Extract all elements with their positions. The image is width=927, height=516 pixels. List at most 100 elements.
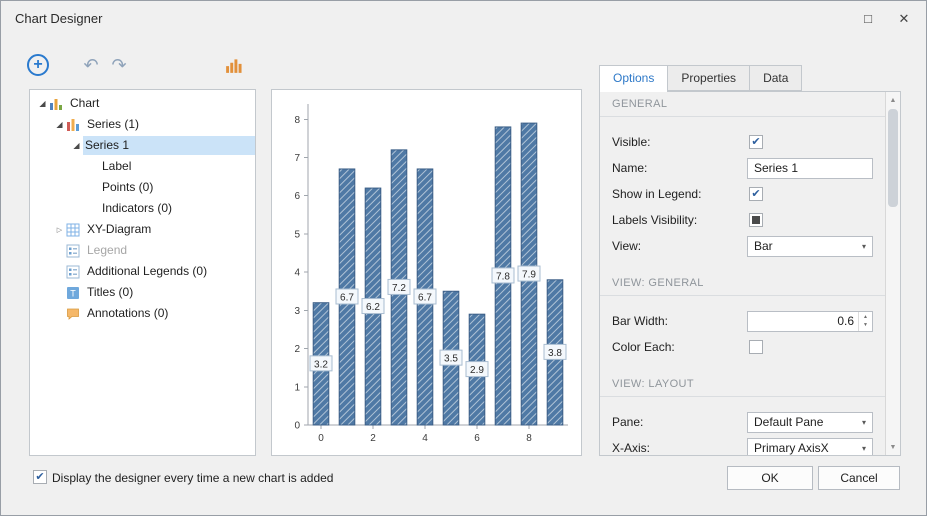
expander-expanded-icon[interactable]: ◢ — [70, 141, 83, 150]
property-control: Bar▾ — [747, 236, 873, 257]
text-input[interactable]: Series 1 — [747, 158, 873, 179]
checkbox[interactable]: ✔ — [749, 187, 763, 201]
chevron-down-icon: ▾ — [858, 242, 866, 251]
scroll-down-icon[interactable]: ▼ — [886, 440, 900, 454]
property-control — [747, 213, 873, 227]
title-bar: Chart Designer □ ✕ — [1, 1, 926, 37]
property-row: Pane:Default Pane▾ — [612, 409, 873, 435]
tree-item-indicators-0[interactable]: Indicators (0) — [30, 198, 255, 219]
bar-label: 6.7 — [414, 289, 436, 304]
tree-item-label: Chart — [68, 94, 105, 113]
svg-text:2.9: 2.9 — [470, 365, 484, 376]
section-header: GENERAL — [600, 96, 885, 117]
checkbox[interactable] — [749, 340, 763, 354]
dropdown-value: Default Pane — [754, 415, 858, 429]
property-row: Bar Width:0.6▲▼ — [612, 308, 873, 334]
section-header: VIEW: LAYOUT — [600, 376, 885, 397]
svg-text:5: 5 — [294, 229, 300, 240]
property-row: View:Bar▾ — [612, 233, 873, 259]
chart-designer-dialog: Chart Designer □ ✕ + ↶ ↷ ◢Chart◢Series (… — [0, 0, 927, 516]
legend-icon — [66, 265, 82, 279]
tree-item-label: Additional Legends (0) — [85, 262, 213, 281]
tree-item-chart[interactable]: ◢ Chart — [30, 93, 255, 114]
tree-item-label: Annotations (0) — [85, 304, 174, 323]
bar-label: 2.9 — [466, 362, 488, 377]
bar-chart-svg[interactable]: 012345678024683.26.76.27.26.73.52.97.87.… — [272, 90, 581, 455]
expander-expanded-icon[interactable]: ◢ — [36, 99, 49, 108]
tab-options[interactable]: Options — [599, 65, 668, 92]
chart-preview: 012345678024683.26.76.27.26.73.52.97.87.… — [271, 89, 582, 456]
tab-data[interactable]: Data — [749, 65, 802, 91]
cancel-button[interactable]: Cancel — [818, 466, 900, 490]
checkbox-indeterminate[interactable] — [749, 213, 763, 227]
tree-item-label: Label — [100, 157, 137, 176]
tree-item-label: XY-Diagram — [85, 220, 157, 239]
tree-item-xy-diagram[interactable]: ▷ XY-Diagram — [30, 219, 255, 240]
property-row: Name:Series 1 — [612, 155, 873, 181]
expander-collapsed-icon[interactable]: ▷ — [53, 226, 66, 234]
svg-text:7: 7 — [294, 153, 300, 164]
indeterminate-mark — [752, 216, 760, 224]
tree-item-legend[interactable]: Legend — [30, 240, 255, 261]
svg-text:2: 2 — [294, 344, 300, 355]
scrollbar-thumb[interactable] — [888, 109, 898, 207]
svg-text:1: 1 — [294, 382, 300, 393]
series-icon — [66, 118, 82, 132]
spinner[interactable]: 0.6▲▼ — [747, 311, 873, 332]
panel-tabs: Options Properties Data — [599, 65, 801, 92]
scroll-up-icon[interactable]: ▲ — [886, 93, 900, 107]
maximize-button[interactable]: □ — [850, 5, 886, 32]
svg-text:8: 8 — [526, 433, 532, 444]
close-button[interactable]: ✕ — [886, 5, 922, 32]
bar-label: 3.8 — [544, 344, 566, 359]
svg-text:6: 6 — [294, 191, 300, 202]
svg-text:0: 0 — [294, 421, 300, 432]
tree-item-additional-legends-0[interactable]: Additional Legends (0) — [30, 261, 255, 282]
annotation-icon — [66, 307, 82, 321]
property-label: Name: — [612, 161, 747, 175]
property-label: Pane: — [612, 415, 747, 429]
tree-item-series-1[interactable]: ◢ Series (1) — [30, 114, 255, 135]
expander-expanded-icon[interactable]: ◢ — [53, 120, 66, 129]
property-row: Color Each: — [612, 334, 873, 360]
redo-button[interactable]: ↷ — [107, 54, 131, 76]
property-control — [747, 340, 873, 354]
display-designer-checkbox[interactable]: ✔ — [33, 470, 47, 484]
property-label: Labels Visibility: — [612, 213, 747, 227]
property-row: Labels Visibility: — [612, 207, 873, 233]
chart-type-button[interactable] — [223, 53, 245, 77]
tree-item-label: Series (1) — [85, 115, 145, 134]
dropdown[interactable]: Primary AxisX▾ — [747, 438, 873, 456]
property-control: 0.6▲▼ — [747, 311, 873, 332]
property-control: Series 1 — [747, 158, 873, 179]
chart-icon — [49, 97, 65, 111]
property-label: View: — [612, 239, 747, 253]
dropdown[interactable]: Default Pane▾ — [747, 412, 873, 433]
dropdown[interactable]: Bar▾ — [747, 236, 873, 257]
bar-label: 7.9 — [518, 266, 540, 281]
bar-label: 6.7 — [336, 289, 358, 304]
spin-up-icon[interactable]: ▲ — [863, 314, 868, 320]
redo-arrow-icon: ↷ — [111, 55, 126, 76]
dropdown-value: Bar — [754, 239, 858, 253]
property-row: Show in Legend:✔ — [612, 181, 873, 207]
property-row: X-Axis:Primary AxisX▾ — [612, 435, 873, 455]
tree-item-annotations-0[interactable]: Annotations (0) — [30, 303, 255, 324]
svg-text:6.7: 6.7 — [418, 292, 432, 303]
tree-item-series-1[interactable]: ◢Series 1 — [30, 135, 255, 156]
property-control: ✔ — [747, 187, 873, 201]
undo-button[interactable]: ↶ — [79, 54, 103, 76]
tree-item-points-0[interactable]: Points (0) — [30, 177, 255, 198]
spin-down-icon[interactable]: ▼ — [863, 322, 868, 328]
tab-properties[interactable]: Properties — [667, 65, 750, 91]
checkbox[interactable]: ✔ — [749, 135, 763, 149]
ok-button[interactable]: OK — [727, 466, 813, 490]
panel-scrollbar[interactable]: ▲ ▼ — [885, 92, 900, 455]
bar-label: 7.2 — [388, 279, 410, 294]
svg-text:6.2: 6.2 — [366, 302, 380, 313]
add-chart-element-button[interactable]: + — [27, 54, 49, 76]
tree-item-label[interactable]: Label — [30, 156, 255, 177]
tree-item-label: Legend — [85, 241, 133, 260]
property-control: Primary AxisX▾ — [747, 438, 873, 456]
tree-item-titles-0[interactable]: TTitles (0) — [30, 282, 255, 303]
